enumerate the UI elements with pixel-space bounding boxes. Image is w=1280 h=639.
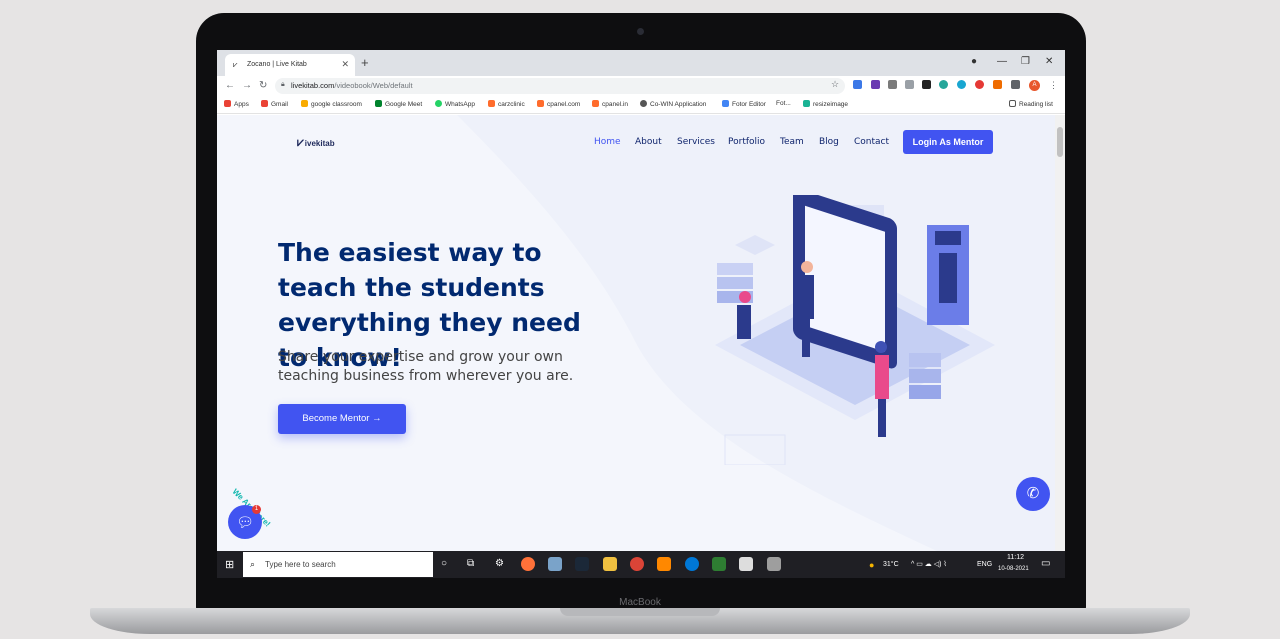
bookmark-item[interactable]: Fot... xyxy=(776,100,791,107)
temperature[interactable]: 31°C xyxy=(883,561,899,568)
nav-blog[interactable]: Blog xyxy=(819,137,839,147)
weather-icon[interactable]: ● xyxy=(869,560,874,570)
minimize-icon[interactable]: — xyxy=(997,56,1007,67)
bookmark-item[interactable]: cpanel.com xyxy=(537,100,580,108)
nav-team[interactable]: Team xyxy=(780,137,804,147)
extension-icon[interactable] xyxy=(871,80,880,89)
menu-icon[interactable]: ⋮ xyxy=(1049,80,1058,91)
system-tray-icons[interactable]: ^ ▭ ☁ ◁) ⌇ xyxy=(911,560,947,568)
bookmark-item[interactable]: Apps xyxy=(224,100,249,108)
windows-taskbar: ⊞ ⌕ Type here to search ○ ⧉ ⚙ ● 31°C ^ ▭… xyxy=(217,551,1065,578)
firefox-icon[interactable] xyxy=(521,557,535,571)
address-bar: ← → ↻ 🔒︎ livekitab.com/videobook/Web/def… xyxy=(217,76,1065,96)
whatsapp-icon[interactable]: ✆ xyxy=(1016,477,1050,511)
cortana-icon[interactable]: ○ xyxy=(441,558,447,569)
url-input[interactable]: 🔒︎ livekitab.com/videobook/Web/default xyxy=(275,78,845,94)
extension-icon[interactable] xyxy=(888,80,897,89)
reload-icon[interactable]: ↻ xyxy=(259,80,267,91)
new-tab-icon[interactable]: + xyxy=(361,55,369,70)
reading-list-button[interactable]: Reading list xyxy=(1009,100,1053,108)
notepad-icon[interactable] xyxy=(712,557,726,571)
extension-icon[interactable] xyxy=(957,80,966,89)
laptop-brand: MacBook xyxy=(619,597,661,608)
file-explorer-icon[interactable] xyxy=(603,557,617,571)
search-icon: ⌕ xyxy=(250,559,256,569)
extension-icon[interactable] xyxy=(905,80,914,89)
browser-tab[interactable]: ⩗ Zocano | Live Kitab ✕ xyxy=(225,54,355,76)
become-mentor-button[interactable]: Become Mentor → xyxy=(278,404,406,434)
login-as-mentor-button[interactable]: Login As Mentor xyxy=(903,130,993,154)
settings-icon[interactable]: ⚙ xyxy=(495,558,504,569)
extension-icon[interactable] xyxy=(853,80,862,89)
back-icon[interactable]: ← xyxy=(225,80,235,91)
tab-bar: ⩗ Zocano | Live Kitab ✕ + ● — ❐ ✕ xyxy=(217,50,1065,76)
lock-icon: 🔒︎ xyxy=(281,81,285,88)
extension-icon[interactable] xyxy=(939,80,948,89)
laptop-notch xyxy=(560,608,720,616)
page-scrollbar[interactable] xyxy=(1055,115,1065,551)
clock-date[interactable]: 10-08-2021 xyxy=(998,566,1029,572)
bookmark-item[interactable]: resizeimage xyxy=(803,100,848,108)
app-icon[interactable] xyxy=(548,557,562,571)
logo-book-icon: ⩗ xyxy=(297,135,304,149)
chrome-icon[interactable] xyxy=(630,557,644,571)
bookmark-item[interactable]: cpanel.in xyxy=(592,100,628,108)
close-tab-icon[interactable]: ✕ xyxy=(341,59,349,70)
nav-about[interactable]: About xyxy=(635,137,662,147)
nav-contact[interactable]: Contact xyxy=(854,137,889,147)
bookmarks-bar: Apps Gmail google classroom Google Meet … xyxy=(217,96,1065,114)
screen: ⩗ Zocano | Live Kitab ✕ + ● — ❐ ✕ ← → ↻ … xyxy=(217,50,1065,578)
clock-time[interactable]: 11:12 xyxy=(1007,554,1024,561)
bookmark-item[interactable]: carzclinic xyxy=(488,100,525,108)
bookmark-item[interactable]: google classroom xyxy=(301,100,362,108)
site-logo[interactable]: ⩗ivekitab xyxy=(297,135,335,150)
media-icon[interactable]: ● xyxy=(971,56,977,67)
app-icon[interactable] xyxy=(767,557,781,571)
extension-icon[interactable] xyxy=(993,80,1002,89)
notification-icon[interactable]: ▭ xyxy=(1041,558,1050,569)
bookmark-item[interactable]: Co-WIN Application xyxy=(640,100,706,108)
chat-notification-badge: 1 xyxy=(252,505,261,514)
extension-icon[interactable] xyxy=(922,80,931,89)
hero-illustration xyxy=(715,195,995,465)
url-path: /videobook/Web/default xyxy=(334,81,413,90)
puzzle-icon[interactable] xyxy=(1011,80,1020,89)
language-indicator[interactable]: ENG xyxy=(977,561,992,568)
profile-avatar[interactable]: A xyxy=(1029,80,1040,91)
tab-title: Zocano | Live Kitab xyxy=(247,61,307,68)
camera-icon xyxy=(637,28,644,35)
store-icon[interactable] xyxy=(739,557,753,571)
forward-icon[interactable]: → xyxy=(242,80,252,91)
url-host: livekitab.com xyxy=(291,81,335,90)
window-close-icon[interactable]: ✕ xyxy=(1045,56,1053,67)
taskbar-search-placeholder: Type here to search xyxy=(265,560,336,569)
site-favicon-icon: ⩗ xyxy=(233,60,238,69)
web-page: ⩗ivekitab Home About Services Portfolio … xyxy=(217,115,1055,551)
bookmark-item[interactable]: WhatsApp xyxy=(435,100,475,108)
vlc-icon[interactable] xyxy=(657,557,671,571)
nav-home[interactable]: Home xyxy=(594,137,621,147)
nav-portfolio[interactable]: Portfolio xyxy=(728,137,765,147)
edge-icon[interactable] xyxy=(685,557,699,571)
nav-services[interactable]: Services xyxy=(677,137,715,147)
steam-icon[interactable] xyxy=(575,557,589,571)
task-view-icon[interactable]: ⧉ xyxy=(467,558,474,569)
taskbar-search-input[interactable]: ⌕ Type here to search xyxy=(243,552,433,577)
bookmark-item[interactable]: Fotor Editor xyxy=(722,100,766,108)
bookmark-item[interactable]: Google Meet xyxy=(375,100,422,108)
bookmark-star-icon[interactable]: ☆ xyxy=(831,79,839,90)
hero-subtitle: Share your expertise and grow your own t… xyxy=(278,349,574,384)
scroll-thumb[interactable] xyxy=(1057,127,1063,157)
bookmark-item[interactable]: Gmail xyxy=(261,100,288,108)
restore-icon[interactable]: ❐ xyxy=(1021,56,1030,67)
windows-start-icon[interactable]: ⊞ xyxy=(225,558,234,571)
extension-icon[interactable] xyxy=(975,80,984,89)
